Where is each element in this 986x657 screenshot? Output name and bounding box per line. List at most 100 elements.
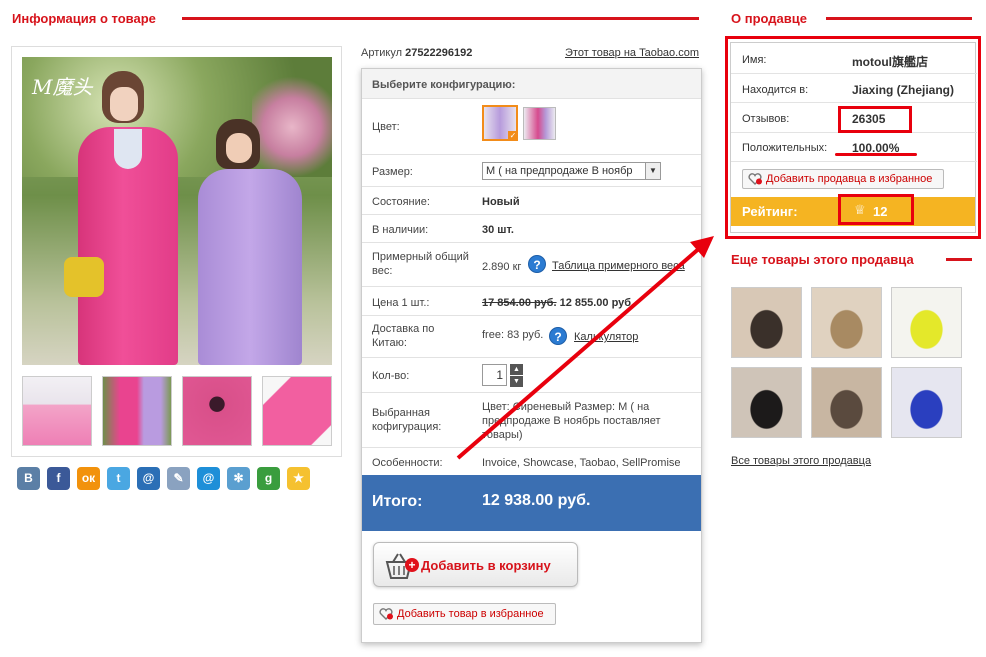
add-seller-favorite-label: Добавить продавца в избранное — [766, 173, 933, 185]
condition-label: Состояние: — [372, 196, 430, 208]
moimir-icon[interactable]: @ — [137, 467, 160, 490]
price-new: 12 855.00 руб. — [559, 297, 635, 309]
stock-value: 30 шт. — [482, 224, 514, 236]
article-label: Артикул — [361, 47, 403, 59]
seller-product-6[interactable] — [891, 367, 962, 438]
seller-product-1[interactable] — [731, 287, 802, 358]
quantity-down-icon[interactable]: ▼ — [510, 376, 523, 387]
size-row: Размер: M ( на предпродаже В ноябр ▼ — [362, 155, 701, 187]
selected-config-label: Выбранная кофигурация: — [372, 407, 442, 433]
favorite-star-icon[interactable]: ★ — [287, 467, 310, 490]
seller-product-4[interactable] — [731, 367, 802, 438]
product-info-title-divider — [182, 17, 699, 20]
weight-value: 2.890 кг — [482, 261, 522, 273]
seller-positive-row: Положительных: 100.00% — [731, 133, 977, 162]
seller-rating-label: Рейтинг: — [742, 204, 798, 219]
heart-plus-icon — [379, 608, 393, 621]
all-seller-products-link[interactable]: Все товары этого продавца — [731, 455, 871, 467]
article-line: Артикул 27522296192 — [361, 47, 472, 59]
odnoklassniki-icon[interactable]: ок — [77, 467, 100, 490]
price-old: 17 854.00 руб. — [482, 297, 557, 309]
size-label: Размер: — [372, 166, 413, 178]
seller-positive-label: Положительных: — [742, 142, 828, 154]
plus-icon: + — [405, 558, 419, 572]
add-seller-favorite-button[interactable]: Добавить продавца в избранное — [742, 169, 944, 189]
selected-check-icon: ✓ — [508, 131, 518, 141]
weight-label: Примерный общий вес: — [372, 251, 469, 277]
calculator-link[interactable]: Калькулятор — [574, 331, 638, 343]
color-swatch-lilac[interactable]: ✓ — [482, 105, 518, 141]
stock-row: В наличии: 30 шт. — [362, 215, 701, 243]
quantity-up-icon[interactable]: ▲ — [510, 364, 523, 375]
thumb-3[interactable] — [182, 376, 252, 446]
price-label: Цена 1 шт.: — [372, 297, 430, 309]
condition-value: Новый — [482, 196, 520, 208]
model-2-face — [226, 133, 252, 163]
seller-location-row: Находится в: Jiaxing (Zhejiang) — [731, 74, 977, 103]
settings-icon[interactable]: ✻ — [227, 467, 250, 490]
seller-name-value[interactable]: motoul旗艦店 — [852, 53, 928, 70]
more-products-title: Еще товары этого продавца — [731, 252, 914, 267]
seller-product-2[interactable] — [811, 287, 882, 358]
seller-product-5[interactable] — [811, 367, 882, 438]
color-row: Цвет: ✓ — [362, 99, 701, 155]
heart-plus-icon — [748, 173, 762, 186]
add-to-cart-label: Добавить в корзину — [421, 558, 551, 573]
delivery-help-icon[interactable]: ? — [549, 327, 567, 345]
weight-row: Примерный общий вес: 2.890 кг ? Таблица … — [362, 243, 701, 287]
add-product-favorite-button[interactable]: Добавить товар в избранное — [373, 603, 556, 625]
features-value: Invoice, Showcase, Taobao, SellPromise — [482, 457, 681, 469]
reviews-highlight — [838, 106, 912, 133]
taobao-link[interactable]: Этот товар на Taobao.com — [565, 47, 699, 59]
thumb-4[interactable] — [262, 376, 332, 446]
seller-name-label: Имя: — [742, 54, 767, 66]
twitter-icon[interactable]: t — [107, 467, 130, 490]
color-label: Цвет: — [372, 121, 400, 133]
model-2-lavender-coat — [198, 169, 302, 365]
social-share-bar: Вf ок t @ ✎ @ ✻ g ★ — [17, 467, 310, 490]
color-swatch-pink[interactable] — [523, 107, 556, 140]
selected-config-row: Выбранная кофигурация: Цвет: Сиреневый Р… — [362, 393, 701, 448]
model-1-yellow-bag — [64, 257, 104, 297]
quantity-row: Кол-во: 1 ▲ ▼ — [362, 358, 701, 393]
product-info-title: Информация о товаре — [12, 11, 156, 26]
seller-product-3[interactable] — [891, 287, 962, 358]
seller-location-label: Находится в: — [742, 84, 809, 96]
add-product-favorite-label: Добавить товар в избранное — [397, 608, 544, 620]
seller-reviews-label: Отзывов: — [742, 113, 790, 125]
config-header: Выберите конфигурацию: — [372, 79, 516, 91]
total-label: Итого: — [372, 493, 423, 510]
add-to-cart-button[interactable]: + Добавить в корзину — [373, 542, 578, 587]
delivery-value: free: 83 руб. — [482, 329, 544, 341]
quantity-input[interactable]: 1 — [482, 364, 507, 386]
features-label: Особенности: — [372, 457, 443, 469]
mailru-icon[interactable]: @ — [197, 467, 220, 490]
weight-table-link[interactable]: Таблица примерного веса — [552, 260, 698, 272]
thumb-1[interactable] — [22, 376, 92, 446]
size-select-value: M ( на предпродаже В ноябр — [486, 165, 633, 177]
weight-help-icon[interactable]: ? — [528, 255, 546, 273]
facebook-icon[interactable]: f — [47, 467, 70, 490]
livejournal-icon[interactable]: ✎ — [167, 467, 190, 490]
google-icon[interactable]: g — [257, 467, 280, 490]
model-1-collar — [114, 129, 142, 169]
configuration-panel: Выберите конфигурацию: Цвет: ✓ Размер: M… — [361, 68, 702, 643]
total-bar: Итого: 12 938.00 руб. — [362, 475, 701, 531]
main-product-photo[interactable]: M魔头 — [22, 57, 332, 365]
stock-label: В наличии: — [372, 224, 429, 236]
features-row: Особенности: Invoice, Showcase, Taobao, … — [362, 448, 701, 475]
article-number: 27522296192 — [405, 47, 473, 59]
size-select[interactable]: M ( на предпродаже В ноябр ▼ — [482, 162, 661, 180]
price-row: Цена 1 шт.: 17 854.00 руб. 12 855.00 руб… — [362, 287, 701, 316]
thumb-2[interactable] — [102, 376, 172, 446]
vk-icon[interactable]: В — [17, 467, 40, 490]
seller-title-divider — [826, 17, 972, 20]
brand-logo: M魔头 — [32, 75, 93, 99]
seller-location-value: Jiaxing (Zhejiang) — [852, 83, 955, 97]
quantity-label: Кол-во: — [372, 370, 410, 382]
total-value: 12 938.00 руб. — [482, 492, 591, 509]
model-1-face — [110, 87, 138, 121]
rating-highlight — [838, 194, 914, 225]
chevron-down-icon[interactable]: ▼ — [645, 163, 660, 179]
delivery-label: Доставка по Китаю: — [372, 323, 435, 349]
